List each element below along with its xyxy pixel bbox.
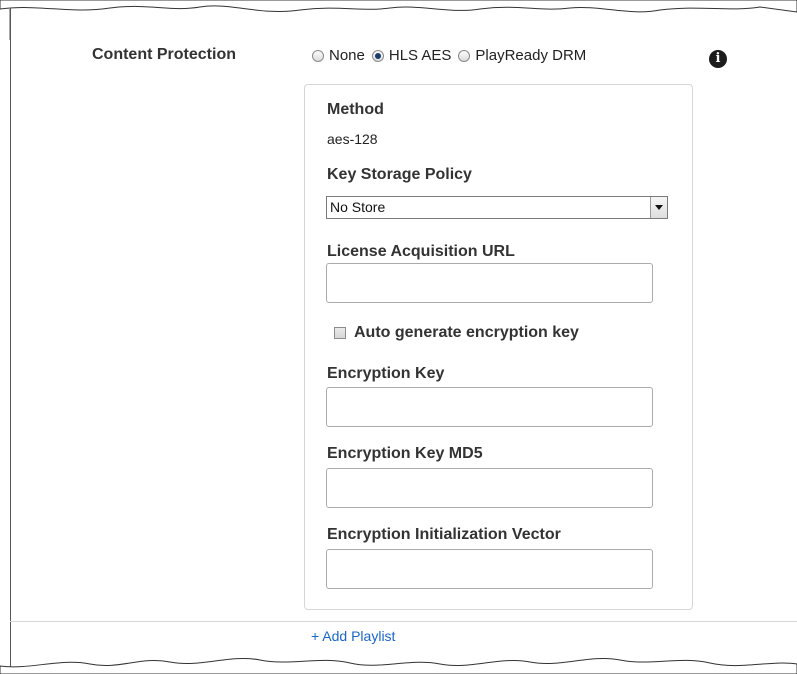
license-acquisition-url-input[interactable]	[326, 263, 653, 303]
radio-option-playready-drm[interactable]: PlayReady DRM	[458, 47, 586, 64]
key-storage-policy-value: No Store	[330, 199, 386, 215]
method-label: Method	[327, 101, 384, 118]
radio-none-label: None	[329, 47, 365, 64]
license-acquisition-url-label: License Acquisition URL	[327, 243, 515, 260]
auto-generate-key-row[interactable]: Auto generate encryption key	[334, 324, 579, 342]
add-playlist-link[interactable]: + Add Playlist	[311, 628, 395, 644]
radio-hls-aes[interactable]	[371, 49, 384, 62]
key-storage-policy-select[interactable]: No Store	[326, 196, 668, 219]
left-border	[10, 8, 11, 668]
encryption-key-label: Encryption Key	[327, 365, 445, 382]
info-icon[interactable]: i	[709, 50, 727, 68]
encryption-key-input[interactable]	[326, 387, 653, 427]
section-divider	[10, 621, 797, 622]
content-protection-label: Content Protection	[92, 46, 236, 63]
radio-playready-drm[interactable]	[458, 49, 471, 62]
key-storage-policy-label: Key Storage Policy	[327, 166, 472, 183]
encryption-key-md5-input[interactable]	[326, 468, 653, 508]
method-value: aes-128	[327, 131, 378, 147]
radio-playready-drm-label: PlayReady DRM	[475, 47, 587, 64]
chevron-down-icon[interactable]	[650, 197, 667, 218]
encryption-key-md5-label: Encryption Key MD5	[327, 445, 483, 462]
auto-generate-key-label: Auto generate encryption key	[354, 324, 579, 341]
radio-hls-aes-label: HLS AES	[388, 47, 452, 64]
encryption-initialization-vector-input[interactable]	[326, 549, 653, 589]
torn-edge-top	[0, 0, 797, 40]
content-protection-radio-group: None HLS AES PlayReady DRM	[312, 47, 593, 64]
auto-generate-key-checkbox[interactable]	[334, 327, 346, 339]
torn-edge-bottom	[0, 657, 797, 674]
encryption-initialization-vector-label: Encryption Initialization Vector	[327, 526, 561, 543]
radio-option-none[interactable]: None	[312, 47, 365, 64]
radio-option-hls-aes[interactable]: HLS AES	[371, 47, 452, 64]
radio-none[interactable]	[312, 49, 324, 62]
